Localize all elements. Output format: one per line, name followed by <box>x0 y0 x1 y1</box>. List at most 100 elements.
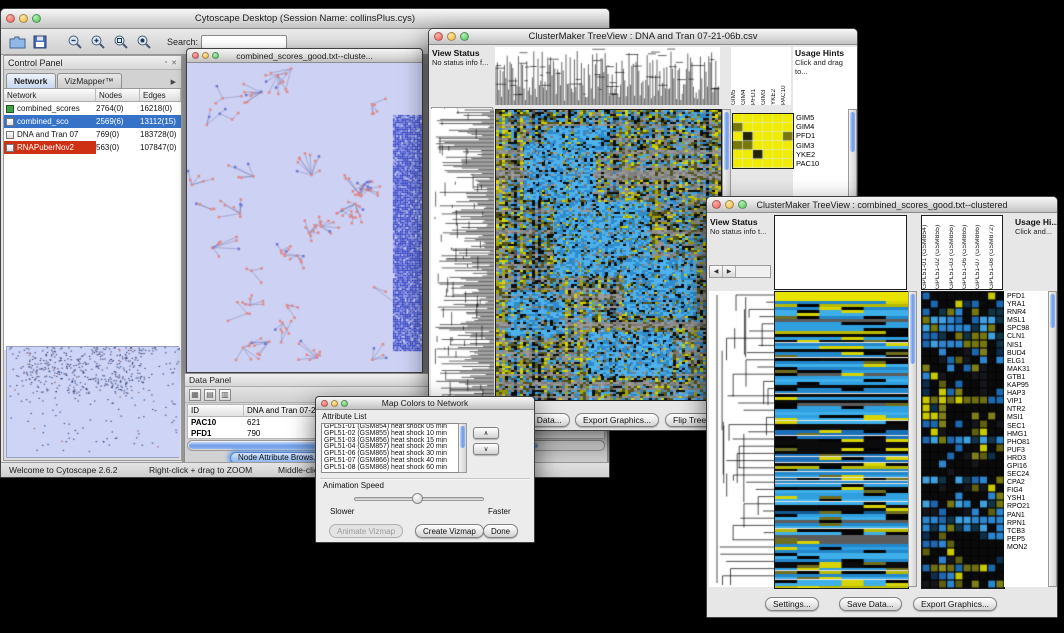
control-panel-title: Control Panel <box>8 58 63 68</box>
create-vizmap-button[interactable]: Create Vizmap <box>415 524 484 538</box>
minimize-window-icon[interactable] <box>447 32 456 41</box>
vscroll-thumb[interactable] <box>910 294 915 364</box>
network-canvas[interactable] <box>187 63 422 372</box>
tab-overflow-icon[interactable]: ▶ <box>168 78 179 88</box>
dialog-titlebar[interactable]: Map Colors to Network <box>316 397 534 410</box>
animate-vizmap-button[interactable]: Animate Vizmap <box>329 524 403 538</box>
delete-attribute-icon[interactable]: ▥ <box>219 389 231 401</box>
network-view-titlebar[interactable]: combined_scores_good.txt--cluste... <box>187 49 422 63</box>
view-status-panel: View Status No status info t... <box>710 217 770 259</box>
gene-label: YSH1 <box>1007 495 1047 503</box>
treeview-combined-body: View Status No status info t... ◀ ▶ GPL5… <box>707 213 1057 617</box>
settings-button[interactable]: Settings... <box>765 597 819 611</box>
scroll-right-icon[interactable]: ▶ <box>723 266 736 277</box>
column-dendrogram-canvas[interactable] <box>495 47 720 105</box>
network-row[interactable]: DNA and Tran 07769(0)183728(0) <box>4 128 181 141</box>
gene-label: PHO81 <box>1007 439 1047 447</box>
heatmap-vscrollbar[interactable] <box>908 291 917 587</box>
save-data-button[interactable]: Save Data... <box>839 597 902 611</box>
zoom-view-icon[interactable] <box>212 52 219 59</box>
network-overview-canvas[interactable] <box>7 347 180 457</box>
usage-hints-panel: Usage Hi... Click and... <box>1015 217 1057 259</box>
gene-label: KAP95 <box>1007 382 1047 390</box>
row-dendrogram-canvas[interactable] <box>431 109 494 399</box>
network-name-cell: combined_scores <box>4 102 96 115</box>
zoom-in-icon[interactable] <box>88 32 108 52</box>
global-heatmap-canvas[interactable] <box>495 109 722 401</box>
main-titlebar[interactable]: Cytoscape Desktop (Session Name: collins… <box>1 9 609 29</box>
gene-vscrollbar[interactable] <box>1048 291 1057 587</box>
zoom-col-label: PFD1 <box>751 47 761 105</box>
close-window-icon[interactable] <box>434 32 443 41</box>
search-input[interactable] <box>201 35 287 49</box>
row-id: PFD1 <box>188 429 244 438</box>
vscroll-thumb[interactable] <box>1050 294 1055 328</box>
attribute-item[interactable]: GPL51-08 (GSM868) heat shock 60 min <box>322 465 466 472</box>
zoom-heatmap-canvas[interactable] <box>732 113 794 169</box>
gene-label: MSI1 <box>1007 414 1047 422</box>
zoom-window-icon[interactable] <box>32 14 41 23</box>
zoom-heatmap-canvas[interactable] <box>921 291 1005 589</box>
export-graphics-button[interactable]: Export Graphics... <box>913 597 997 611</box>
save-icon[interactable] <box>30 32 50 52</box>
treeview-dna-titlebar[interactable]: ClusterMaker TreeView : DNA and Tran 07-… <box>429 29 857 45</box>
tab-vizmapper[interactable]: VizMapper™ <box>57 73 122 88</box>
done-button[interactable]: Done <box>483 524 518 538</box>
move-down-button[interactable]: ∨ <box>473 443 499 455</box>
row-dendrogram-canvas[interactable] <box>709 291 774 587</box>
move-up-button[interactable]: ∧ <box>473 427 499 439</box>
vscroll-thumb[interactable] <box>460 426 465 448</box>
search-label: Search: <box>167 37 198 47</box>
scroll-left-icon[interactable]: ◀ <box>710 266 723 277</box>
gene-label: MON2 <box>1007 544 1047 552</box>
vscroll-thumb[interactable] <box>850 112 855 152</box>
network-view-title: combined_scores_good.txt--cluste... <box>236 51 373 61</box>
speed-slider-thumb[interactable] <box>412 493 423 504</box>
close-window-icon[interactable] <box>6 14 15 23</box>
minimize-window-icon[interactable] <box>725 200 734 209</box>
minimize-window-icon[interactable] <box>19 14 28 23</box>
col-id[interactable]: ID <box>188 405 244 416</box>
gene-label: YRA1 <box>1007 301 1047 309</box>
export-graphics-button[interactable]: Export Graphics... <box>575 413 659 427</box>
network-row[interactable]: combined_scores2764(0)16218(0) <box>4 102 181 115</box>
view-status-text: No status info f... <box>432 58 493 67</box>
network-row[interactable]: combined_sco2569(6)13112(15) <box>4 115 181 128</box>
gene-label: PFD1 <box>1007 293 1047 301</box>
col-nodes[interactable]: Nodes <box>96 89 140 101</box>
global-hscrollbar[interactable]: ◀ ▶ <box>709 265 771 278</box>
minimize-dialog-icon[interactable] <box>331 400 338 407</box>
minimize-view-icon[interactable] <box>202 52 209 59</box>
gene-label: RPN1 <box>1007 520 1047 528</box>
close-window-icon[interactable] <box>712 200 721 209</box>
zoom-col-label: YKE2 <box>771 47 781 105</box>
vscroll-thumb[interactable] <box>724 112 729 170</box>
network-nodes: 2764(0) <box>96 104 140 113</box>
zoom-out-icon[interactable] <box>65 32 85 52</box>
col-edges[interactable]: Edges <box>140 89 181 101</box>
close-panel-icon[interactable]: ✕ <box>171 59 177 67</box>
create-attribute-icon[interactable]: ▤ <box>204 389 216 401</box>
float-panel-icon[interactable]: ▫ <box>165 59 167 67</box>
select-attributes-icon[interactable]: ▦ <box>189 389 201 401</box>
network-edges: 16218(0) <box>140 104 181 113</box>
col-network[interactable]: Network <box>4 89 96 101</box>
zoom-fit-icon[interactable] <box>111 32 131 52</box>
attribute-list[interactable]: GPL51-01 (GSM854) heat shock 05 minGPL51… <box>321 423 467 473</box>
zoom-dialog-icon[interactable] <box>341 400 348 407</box>
usage-hints-text: Click and drag to... <box>795 58 855 76</box>
close-dialog-icon[interactable] <box>321 400 328 407</box>
zoom-selected-icon[interactable] <box>134 32 154 52</box>
usage-hints-title: Usage Hi... <box>1015 217 1057 227</box>
zoom-row-label: PAC10 <box>796 159 840 168</box>
zoom-window-icon[interactable] <box>460 32 469 41</box>
treeview-combined-titlebar[interactable]: ClusterMaker TreeView : combined_scores_… <box>707 197 1057 213</box>
gene-label: CPA2 <box>1007 479 1047 487</box>
zoom-window-icon[interactable] <box>738 200 747 209</box>
close-view-icon[interactable] <box>192 52 199 59</box>
network-row[interactable]: RNAPuberNov2563(0)107847(0) <box>4 141 181 154</box>
open-file-icon[interactable] <box>7 32 27 52</box>
tab-network[interactable]: Network <box>6 73 56 88</box>
list-vscrollbar[interactable] <box>458 423 467 473</box>
global-heatmap-canvas[interactable] <box>774 291 909 589</box>
